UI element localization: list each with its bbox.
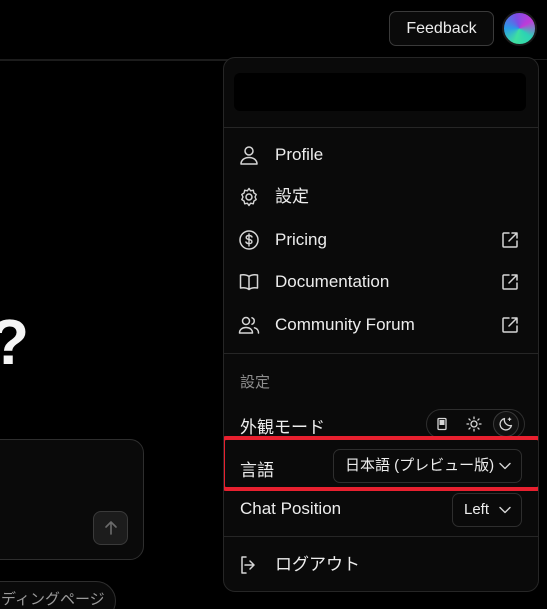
chevron-down-icon <box>499 506 511 514</box>
moon-icon <box>499 417 513 431</box>
send-button[interactable] <box>93 511 128 545</box>
theme-light-button[interactable] <box>461 411 487 437</box>
monitor-icon <box>437 417 447 431</box>
theme-switcher <box>426 409 525 439</box>
menu-item-pricing[interactable]: Pricing <box>224 220 538 260</box>
feedback-button[interactable]: Feedback <box>389 11 494 46</box>
users-icon <box>238 316 260 334</box>
menu-divider <box>224 127 538 128</box>
account-menu: Profile 設定 Pricing Documentation Communi… <box>223 57 539 592</box>
menu-divider <box>224 536 538 537</box>
user-icon <box>240 146 258 165</box>
suggestion-pill[interactable]: ディングページ <box>0 581 116 609</box>
logout-label: ログアウト <box>275 555 360 574</box>
highlight-box <box>224 436 538 491</box>
chat-position-select-value: Left <box>464 501 490 518</box>
menu-item-settings[interactable]: 設定 <box>224 177 538 217</box>
external-link-icon <box>502 232 518 248</box>
account-email-field <box>234 73 526 111</box>
divider <box>0 60 230 61</box>
menu-divider <box>224 353 538 354</box>
menu-item-community-forum[interactable]: Community Forum <box>224 305 538 345</box>
theme-system-button[interactable] <box>429 411 455 437</box>
chat-position-label: Chat Position <box>240 499 342 518</box>
external-link-icon <box>502 317 518 333</box>
logout-button[interactable]: ログアウト <box>224 545 538 585</box>
chat-position-select[interactable]: Left <box>452 493 522 527</box>
arrow-up-icon <box>104 521 117 535</box>
avatar[interactable] <box>502 11 537 46</box>
logout-icon <box>241 556 255 574</box>
menu-item-label: Pricing <box>275 230 327 249</box>
menu-item-profile[interactable]: Profile <box>224 135 538 175</box>
theme-dark-button[interactable] <box>493 411 519 437</box>
menu-item-label: 設定 <box>275 187 309 206</box>
appearance-label: 外観モード <box>240 418 325 437</box>
top-bar: Feedback <box>0 0 547 60</box>
sun-icon <box>466 416 482 432</box>
page-heading-fragment: ? <box>0 305 29 379</box>
external-link-icon <box>502 274 518 290</box>
menu-item-label: Profile <box>275 145 324 164</box>
settings-section-label: 設定 <box>240 374 271 391</box>
menu-item-documentation[interactable]: Documentation <box>224 262 538 302</box>
menu-item-label: Community Forum <box>275 315 415 334</box>
dollar-circle-icon <box>239 230 259 250</box>
gear-icon <box>241 187 257 207</box>
book-icon <box>239 274 259 291</box>
menu-item-label: Documentation <box>275 272 390 291</box>
